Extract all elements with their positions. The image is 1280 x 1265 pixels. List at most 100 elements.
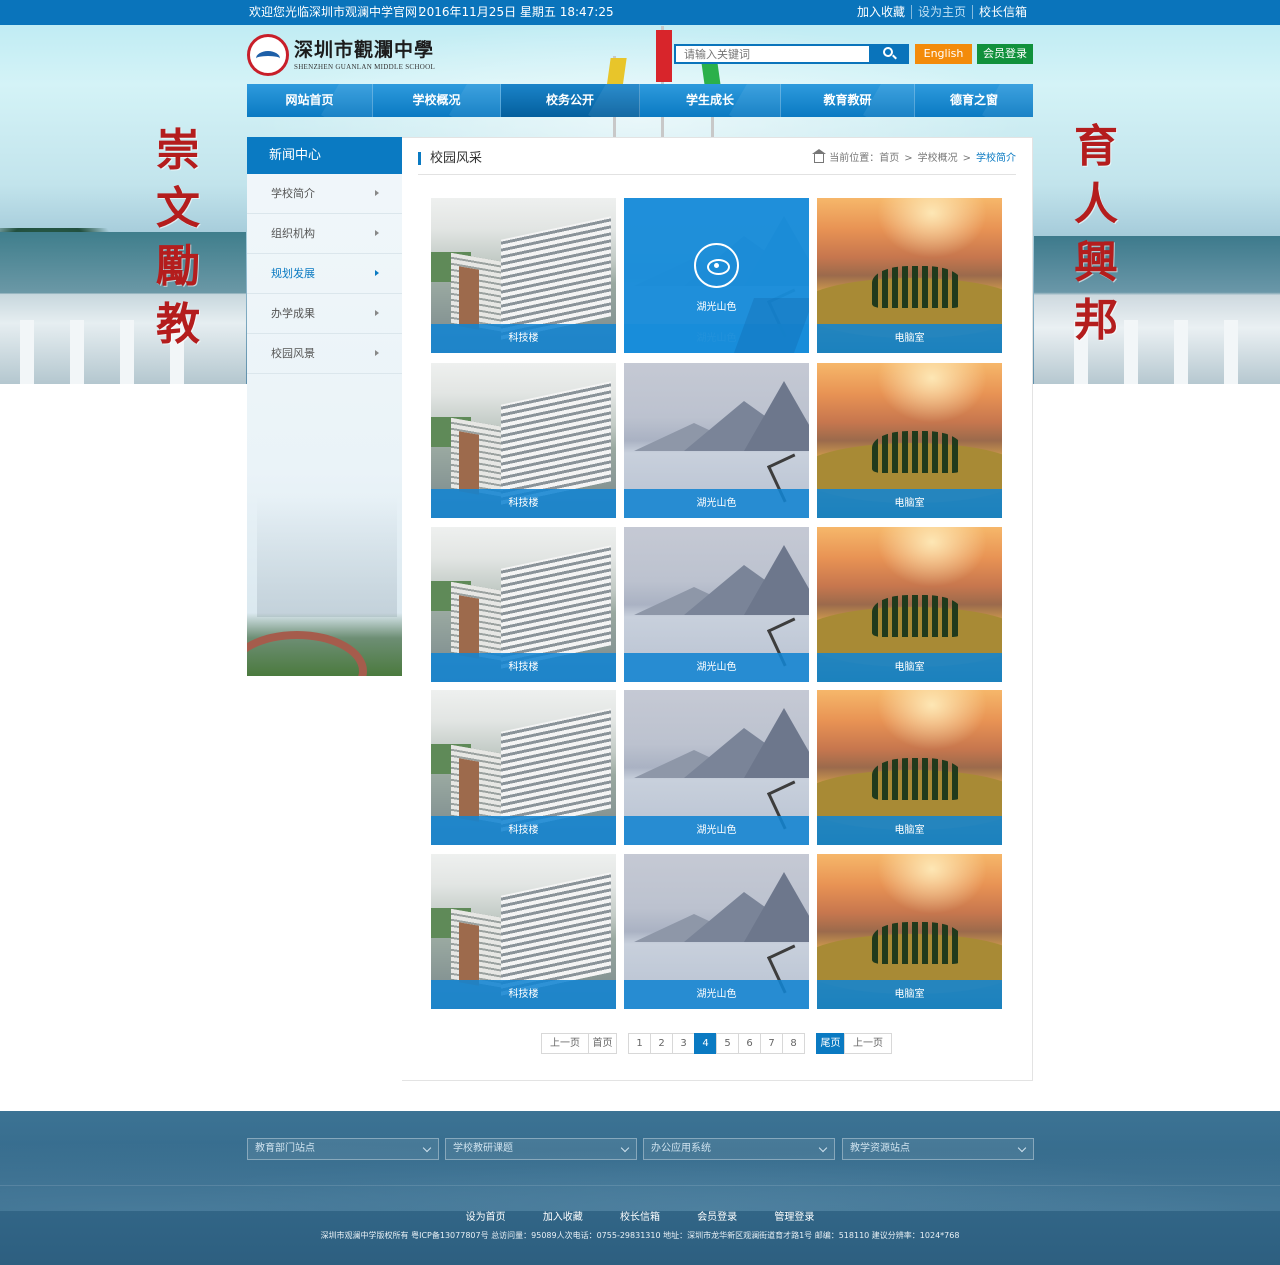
card-lake-scenery[interactable]: 湖光山色 xyxy=(624,363,809,518)
motto-right: 育人興邦 xyxy=(1074,121,1118,346)
card-caption: 科技楼 xyxy=(431,489,616,518)
card-computer-room[interactable]: 电脑室 xyxy=(817,690,1002,845)
card-caption: 电脑室 xyxy=(817,980,1002,1009)
card-hover-label: 湖光山色 xyxy=(696,302,737,313)
select-resource-sites[interactable]: 教学资源站点 xyxy=(842,1138,1034,1160)
page-8-button[interactable]: 8 xyxy=(782,1033,805,1054)
main-nav: 网站首页 学校概况 校务公开 学生成长 教育教研 德育之窗 xyxy=(247,84,1033,117)
add-favorite-link[interactable]: 加入收藏 xyxy=(851,5,911,19)
footer-set-homepage[interactable]: 设为首页 xyxy=(466,1208,506,1223)
nav-item-affairs[interactable]: 校务公开 xyxy=(501,84,640,117)
school-logo[interactable]: 深圳市觀瀾中學 SHENZHEN GUANLAN MIDDLE SCHOOL xyxy=(247,34,435,76)
card-caption: 湖光山色 xyxy=(624,980,809,1009)
arrow-right-icon xyxy=(375,190,379,196)
card-computer-room[interactable]: 电脑室 xyxy=(817,198,1002,353)
page-6-button[interactable]: 6 xyxy=(738,1033,761,1054)
arrow-right-icon xyxy=(375,270,379,276)
school-building-left xyxy=(0,232,246,384)
card-computer-room[interactable]: 电脑室 xyxy=(817,854,1002,1009)
card-lake-scenery[interactable]: 湖光山色 xyxy=(624,690,809,845)
sidebar-item-achievements[interactable]: 办学成果 xyxy=(247,294,402,334)
content-panel: 校园风采 当前位置： 首页 > 学校概况 > 学校简介 科技楼湖光山色湖光山色电… xyxy=(402,137,1033,1081)
sidebar-item-scenery[interactable]: 校园风景 xyxy=(247,334,402,374)
english-button[interactable]: English xyxy=(915,44,972,64)
breadcrumb-overview[interactable]: 学校概况 xyxy=(918,152,958,165)
principal-mailbox-link[interactable]: 校长信箱 xyxy=(971,5,1033,19)
page-numbers: 12345678 xyxy=(628,1033,805,1054)
chevron-down-icon xyxy=(818,1143,828,1153)
school-emblem-icon xyxy=(247,34,289,76)
chevron-down-icon xyxy=(422,1143,432,1153)
page-7-button[interactable]: 7 xyxy=(760,1033,783,1054)
card-computer-room[interactable]: 电脑室 xyxy=(817,527,1002,682)
card-tech-building[interactable]: 科技楼 xyxy=(431,527,616,682)
top-links: 加入收藏 设为主页 校长信箱 xyxy=(851,0,1033,25)
page-2-button[interactable]: 2 xyxy=(650,1033,673,1054)
welcome-text: 欢迎您光临深圳市观澜中学官网！ xyxy=(249,5,430,19)
first-page-button[interactable]: 首页 xyxy=(588,1033,617,1054)
nav-item-moral[interactable]: 德育之窗 xyxy=(915,84,1033,117)
sidebar-item-planning[interactable]: 规划发展 xyxy=(247,254,402,294)
search-button[interactable] xyxy=(869,44,909,64)
arrow-right-icon xyxy=(375,310,379,316)
campus-buildings-image xyxy=(257,497,397,617)
nav-item-research[interactable]: 教育教研 xyxy=(781,84,915,117)
footer-admin-login[interactable]: 管理登录 xyxy=(774,1208,814,1223)
last-page-button[interactable]: 尾页 xyxy=(816,1033,845,1054)
breadcrumb-home[interactable]: 首页 xyxy=(879,152,899,165)
page-4-button[interactable]: 4 xyxy=(694,1033,717,1054)
copyright-text: 深圳市观澜中学版权所有 粤ICP备13077807号 总访问量：95089人次电… xyxy=(320,1231,960,1240)
sidebar-title: 新闻中心 xyxy=(247,137,402,174)
select-research-topics[interactable]: 学校教研课题 xyxy=(445,1138,637,1160)
card-caption: 电脑室 xyxy=(817,489,1002,518)
next-page-button[interactable]: 上一页 xyxy=(844,1033,892,1054)
card-lake-scenery[interactable]: 湖光山色 xyxy=(624,854,809,1009)
home-icon xyxy=(812,149,827,163)
page-5-button[interactable]: 5 xyxy=(716,1033,739,1054)
card-caption: 电脑室 xyxy=(817,653,1002,682)
select-education-sites[interactable]: 教育部门站点 xyxy=(247,1138,439,1160)
page-1-button[interactable]: 1 xyxy=(628,1033,651,1054)
sidebar-item-intro[interactable]: 学校简介 xyxy=(247,174,402,214)
search-input[interactable] xyxy=(674,44,869,64)
campus-field-image xyxy=(247,613,402,676)
card-tech-building[interactable]: 科技楼 xyxy=(431,690,616,845)
sidebar-item-organization[interactable]: 组织机构 xyxy=(247,214,402,254)
nav-item-growth[interactable]: 学生成长 xyxy=(640,84,781,117)
select-office-systems[interactable]: 办公应用系统 xyxy=(643,1138,835,1160)
card-lake-scenery[interactable]: 湖光山色湖光山色 xyxy=(624,198,809,353)
footer-member-login[interactable]: 会员登录 xyxy=(697,1208,737,1223)
motto-left: 崇文勵教 xyxy=(156,125,200,350)
card-caption: 湖光山色 xyxy=(624,816,809,845)
footer-add-favorite[interactable]: 加入收藏 xyxy=(543,1208,583,1223)
nav-item-overview[interactable]: 学校概况 xyxy=(373,84,501,117)
card-computer-room[interactable]: 电脑室 xyxy=(817,363,1002,518)
card-hover-overlay[interactable]: 湖光山色 xyxy=(624,198,809,353)
chevron-down-icon xyxy=(1017,1143,1027,1153)
breadcrumb: 当前位置： 首页 > 学校概况 > 学校简介 xyxy=(812,149,1016,165)
member-login-button[interactable]: 会员登录 xyxy=(977,44,1033,64)
prev-page-button[interactable]: 上一页 xyxy=(541,1033,589,1054)
card-caption: 科技楼 xyxy=(431,653,616,682)
arrow-right-icon xyxy=(375,230,379,236)
pagination: 上一页 首页 12345678 尾页 上一页 xyxy=(541,1033,892,1054)
arrow-right-icon xyxy=(375,350,379,356)
nav-item-home[interactable]: 网站首页 xyxy=(247,84,373,117)
breadcrumb-current[interactable]: 学校简介 xyxy=(976,152,1016,165)
card-tech-building[interactable]: 科技楼 xyxy=(431,363,616,518)
footer: 教育部门站点 学校教研课题 办公应用系统 教学资源站点 设为首页 加入收藏 校长… xyxy=(0,1111,1280,1265)
chevron-down-icon xyxy=(620,1143,630,1153)
card-caption: 科技楼 xyxy=(431,324,616,353)
school-name-en: SHENZHEN GUANLAN MIDDLE SCHOOL xyxy=(294,63,436,71)
top-bar: 欢迎您光临深圳市观澜中学官网！ 2016年11月25日 星期五 18:47:25… xyxy=(0,0,1280,25)
card-tech-building[interactable]: 科技楼 xyxy=(431,854,616,1009)
card-tech-building[interactable]: 科技楼 xyxy=(431,198,616,353)
page-3-button[interactable]: 3 xyxy=(672,1033,695,1054)
card-caption: 湖光山色 xyxy=(624,653,809,682)
card-caption: 电脑室 xyxy=(817,324,1002,353)
footer-principal-mailbox[interactable]: 校长信箱 xyxy=(620,1208,660,1223)
content-header: 校园风采 当前位置： 首页 > 学校概况 > 学校简介 xyxy=(418,149,1016,175)
card-lake-scenery[interactable]: 湖光山色 xyxy=(624,527,809,682)
footer-links: 设为首页 加入收藏 校长信箱 会员登录 管理登录 xyxy=(0,1208,1280,1223)
set-homepage-link[interactable]: 设为主页 xyxy=(910,5,972,19)
